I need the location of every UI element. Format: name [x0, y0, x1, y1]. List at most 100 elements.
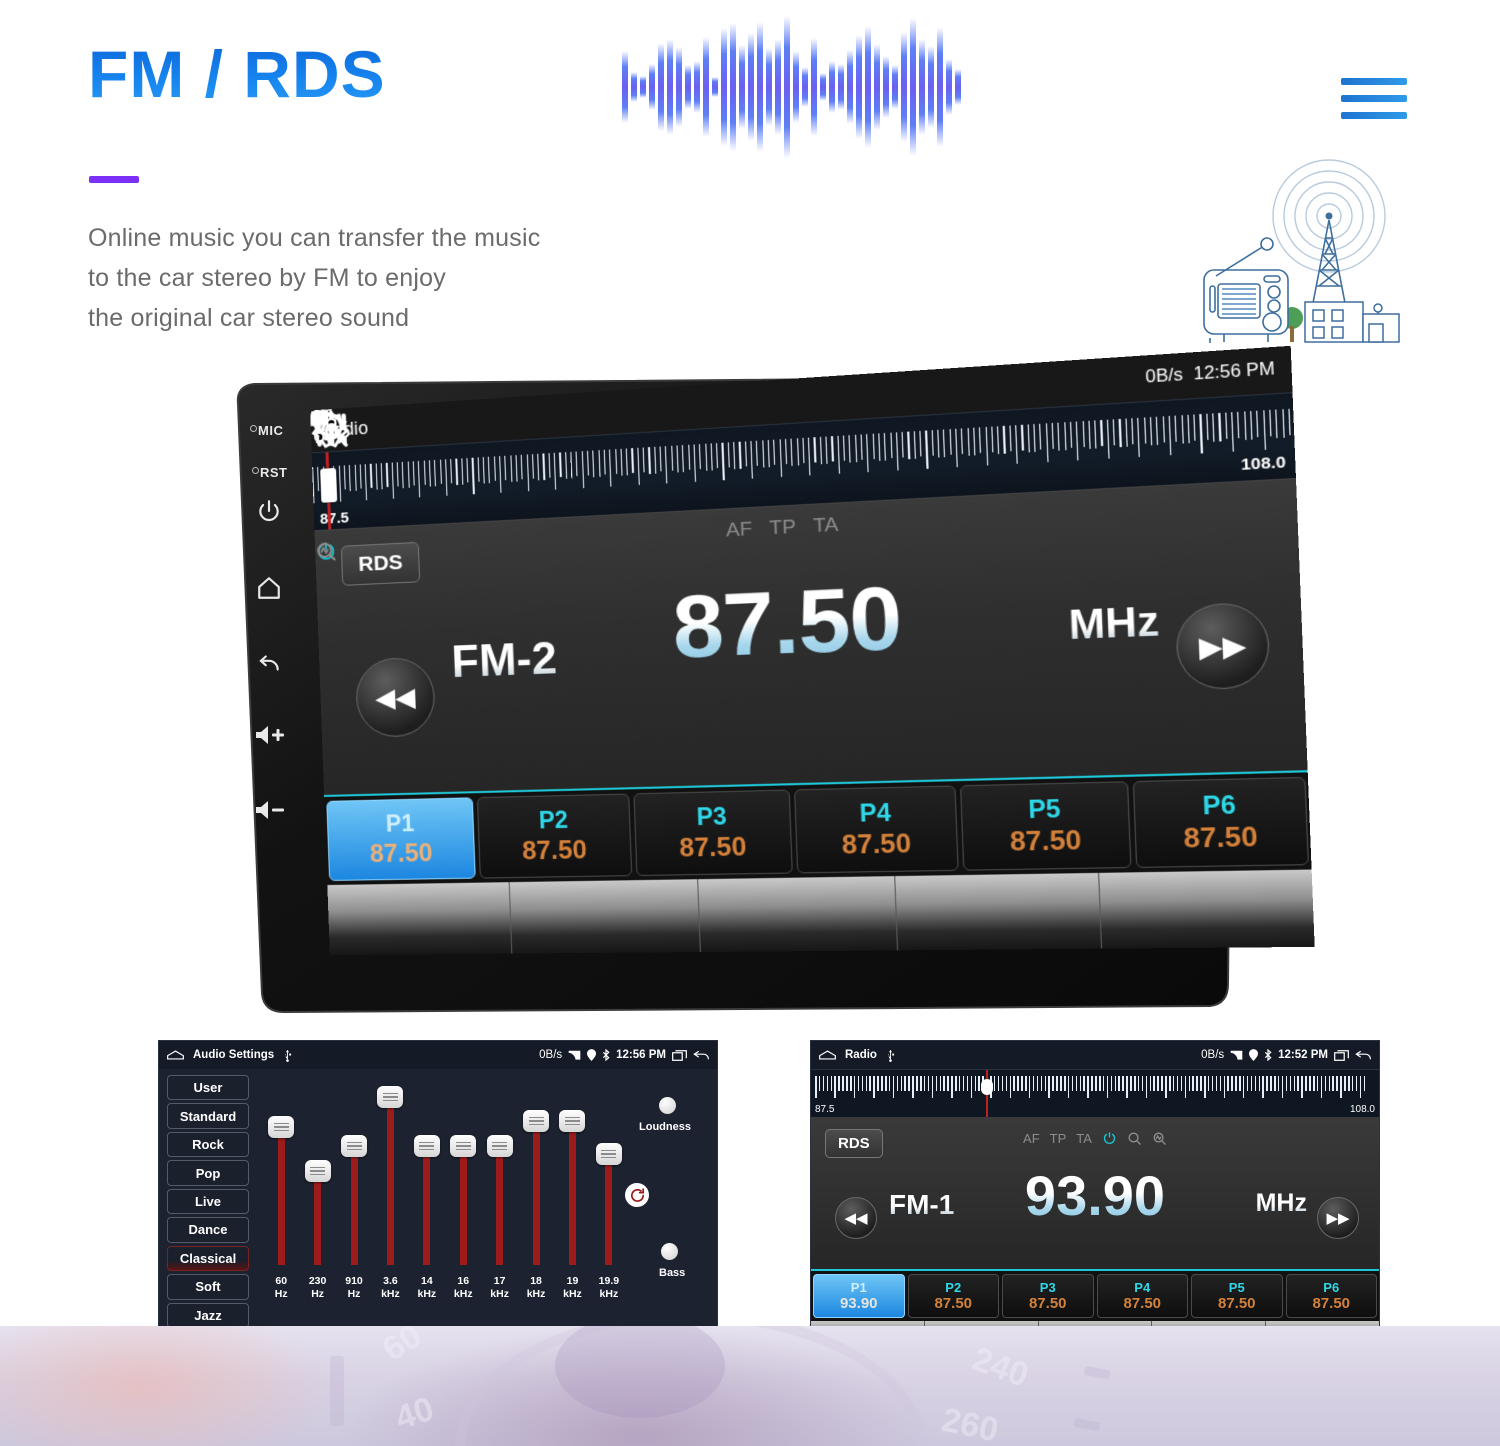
tp-flag[interactable]: TP: [769, 516, 796, 540]
eq-band-17[interactable]: 17 kHz: [481, 1075, 517, 1328]
mini-preset-button-p1[interactable]: P1 93.90: [813, 1274, 905, 1318]
eq-slider-track[interactable]: [591, 1075, 627, 1271]
auto-scan-icon[interactable]: [315, 412, 899, 956]
eq-preset-user[interactable]: User: [167, 1075, 249, 1101]
eq-band-19[interactable]: 19 kHz: [554, 1075, 590, 1328]
mini-tuner-tick: [877, 1076, 879, 1091]
preset-button-p2[interactable]: P2 87.50: [477, 793, 632, 879]
search-icon[interactable]: [315, 412, 702, 956]
ta-flag[interactable]: TA: [813, 514, 839, 538]
auto-search-icon[interactable]: [1152, 1131, 1167, 1146]
eq-preset-standard[interactable]: Standard: [167, 1103, 249, 1129]
mini-tuner-dial[interactable]: 87.5 108.0: [811, 1069, 1379, 1117]
af-flag[interactable]: AF: [726, 518, 753, 542]
loudness-toggle[interactable]: [659, 1097, 676, 1114]
settings-gear-icon[interactable]: [1100, 870, 1315, 956]
mini-tuner-thumb[interactable]: [981, 1079, 993, 1095]
af-flag[interactable]: AF: [1023, 1131, 1040, 1146]
preset-button-p5[interactable]: P5 87.50: [960, 781, 1132, 871]
eq-preset-live[interactable]: Live: [167, 1188, 249, 1215]
eq-preset-rock[interactable]: Rock: [167, 1131, 249, 1158]
eq-slider-knob[interactable]: [486, 1135, 513, 1157]
eq-preset-dance[interactable]: Dance: [167, 1217, 249, 1243]
eq-slider-track[interactable]: [481, 1075, 517, 1271]
mini-tuner-tick: [818, 1076, 821, 1091]
eq-slider-knob[interactable]: [450, 1135, 477, 1157]
eq-band-910[interactable]: 910 Hz: [336, 1075, 372, 1328]
preset-button-p6[interactable]: P6 87.50: [1132, 776, 1309, 868]
volume-up-button[interactable]: [254, 723, 288, 747]
tuner-tick: [925, 430, 929, 469]
eq-band-14[interactable]: 14 kHz: [409, 1075, 445, 1328]
eq-preset-classical[interactable]: Classical: [167, 1245, 249, 1272]
eq-slider-knob[interactable]: [268, 1116, 295, 1138]
mini-preset-button-p6[interactable]: P6 87.50: [1285, 1274, 1377, 1318]
mini-tuner-tick: [822, 1076, 825, 1091]
eq-slider-knob[interactable]: [304, 1160, 331, 1182]
bass-toggle[interactable]: [661, 1243, 678, 1260]
eq-band-16[interactable]: 16 kHz: [445, 1075, 481, 1328]
tuner-thumb[interactable]: [320, 467, 338, 503]
tp-flag[interactable]: TP: [1050, 1131, 1067, 1146]
mini-seek-up-button[interactable]: ▶▶: [1317, 1197, 1359, 1239]
mini-preset-button-p2[interactable]: P2 87.50: [907, 1274, 999, 1318]
back-arrow-icon[interactable]: [1355, 1050, 1371, 1061]
eq-slider-knob[interactable]: [341, 1135, 368, 1157]
radio-signal-icon[interactable]: [315, 420, 513, 956]
recent-apps-icon[interactable]: [672, 1049, 687, 1061]
tuner-tick: [682, 445, 685, 473]
eq-slider-track[interactable]: [554, 1075, 590, 1271]
home-button[interactable]: [256, 575, 282, 601]
eq-slider-knob[interactable]: [595, 1143, 622, 1165]
hamburger-menu-icon[interactable]: [1341, 78, 1407, 119]
mini-preset-button-p3[interactable]: P3 87.50: [1002, 1274, 1094, 1318]
eq-slider-knob[interactable]: [377, 1086, 404, 1108]
eq-slider-track[interactable]: [518, 1075, 554, 1271]
data-rate: 0B/s: [1145, 366, 1184, 387]
eq-slider-track[interactable]: [372, 1075, 408, 1271]
preset-button-p1[interactable]: P1 87.50: [326, 797, 477, 881]
eq-band-3.6[interactable]: 3.6 kHz: [372, 1075, 408, 1328]
volume-down-button[interactable]: [254, 798, 288, 822]
mini-seek-down-button[interactable]: ◀◀: [835, 1197, 877, 1239]
eq-slider-track[interactable]: [409, 1075, 445, 1271]
preset-name: P4: [1134, 1280, 1151, 1295]
eq-band-230[interactable]: 230 Hz: [299, 1075, 335, 1328]
preset-button-p4[interactable]: P4 87.50: [793, 785, 960, 874]
waveform-bar: [838, 64, 844, 110]
eq-slider-track[interactable]: [336, 1075, 372, 1271]
eq-slider-track[interactable]: [263, 1075, 299, 1271]
eq-preset-jazz[interactable]: Jazz: [167, 1302, 249, 1328]
eq-band-19.9[interactable]: 19.9 kHz: [591, 1075, 627, 1328]
eq-slider-track[interactable]: [445, 1075, 481, 1271]
search-icon[interactable]: [1127, 1131, 1142, 1146]
auto-search-icon[interactable]: [315, 540, 338, 563]
tuner-tick: [1137, 417, 1141, 457]
device-screen[interactable]: Radio 0B/s 12:56 PM: [310, 345, 1315, 956]
tuner-tick: [370, 463, 373, 488]
eq-slider-knob[interactable]: [523, 1110, 550, 1132]
mini-tuner-tick: [1040, 1076, 1043, 1091]
eq-slider-knob[interactable]: [559, 1110, 586, 1132]
mini-preset-button-p4[interactable]: P4 87.50: [1096, 1274, 1188, 1318]
reset-icon[interactable]: [625, 1183, 649, 1207]
mini-preset-button-p5[interactable]: P5 87.50: [1191, 1274, 1283, 1318]
eq-slider-knob[interactable]: [413, 1135, 440, 1157]
back-arrow-icon[interactable]: [693, 1050, 709, 1061]
power-button[interactable]: [256, 498, 282, 524]
preset-name: P1: [850, 1280, 867, 1295]
back-button[interactable]: [256, 650, 282, 676]
eq-band-18[interactable]: 18 kHz: [518, 1075, 554, 1328]
preset-button-p3[interactable]: P3 87.50: [633, 789, 793, 877]
eq-band-60[interactable]: 60 Hz: [263, 1075, 299, 1328]
recent-apps-icon[interactable]: [1334, 1049, 1349, 1061]
home-icon[interactable]: [819, 1050, 836, 1060]
eq-preset-soft[interactable]: Soft: [167, 1274, 249, 1300]
eq-preset-pop[interactable]: Pop: [167, 1160, 249, 1186]
home-icon[interactable]: [167, 1050, 184, 1060]
hamburger-line: [1341, 112, 1407, 119]
equalizer-icon[interactable]: [314, 413, 1104, 956]
ta-flag[interactable]: TA: [1076, 1131, 1092, 1146]
eq-slider-track[interactable]: [299, 1075, 335, 1271]
power-circle-icon[interactable]: [1102, 1131, 1117, 1146]
